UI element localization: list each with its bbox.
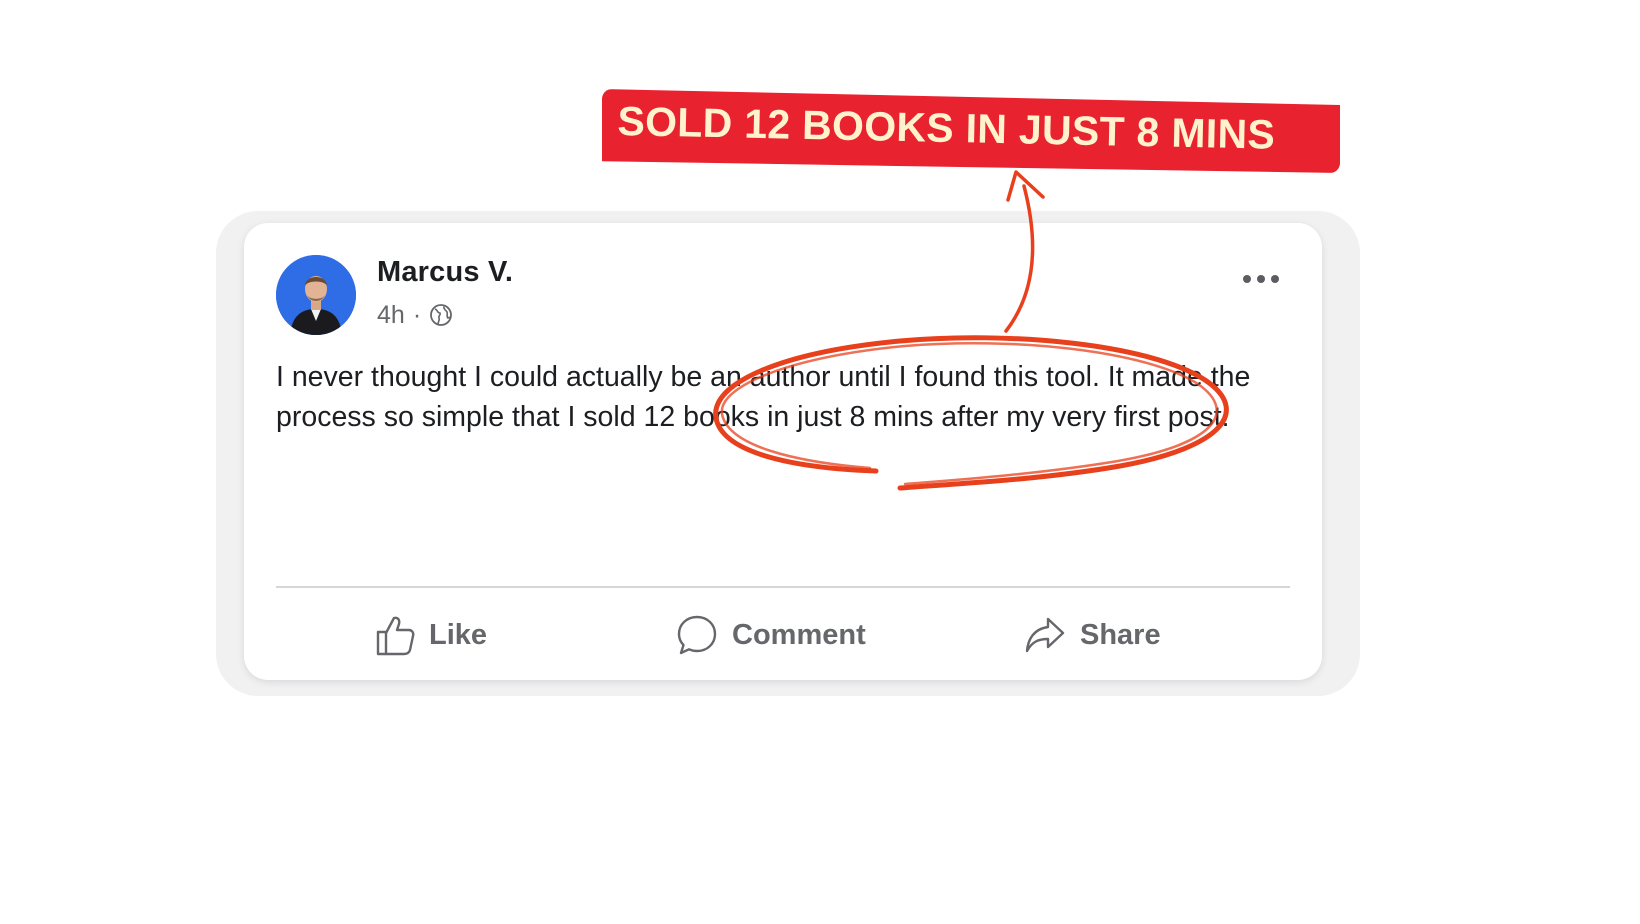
share-label: Share — [1080, 618, 1161, 651]
avatar[interactable] — [276, 255, 356, 335]
comment-button[interactable]: Comment — [676, 609, 866, 661]
post-text: I never thought I could actually be an a… — [276, 361, 1251, 433]
globe-icon[interactable] — [429, 303, 453, 327]
author-name[interactable]: Marcus V. — [377, 256, 513, 289]
avatar-person-icon — [276, 255, 356, 335]
more-options-button[interactable] — [1240, 261, 1284, 297]
comment-label: Comment — [732, 618, 866, 651]
meta-separator: · — [412, 300, 422, 329]
post-card: Marcus V. 4h · I never thought I could a… — [244, 223, 1322, 680]
post-time[interactable]: 4h — [377, 301, 405, 330]
post-meta: 4h · — [377, 299, 453, 331]
like-button[interactable]: Like — [375, 609, 487, 661]
share-button[interactable]: Share — [1024, 609, 1161, 661]
share-arrow-icon — [1025, 617, 1065, 653]
thumbs-up-icon — [376, 616, 415, 656]
comment-bubble-icon — [677, 615, 717, 655]
stage: SOLD 12 BOOKS IN JUST 8 MINS Marcus V. 4… — [0, 0, 1640, 924]
like-label: Like — [429, 618, 488, 651]
more-horizontal-icon — [1243, 275, 1279, 283]
divider — [276, 586, 1290, 588]
